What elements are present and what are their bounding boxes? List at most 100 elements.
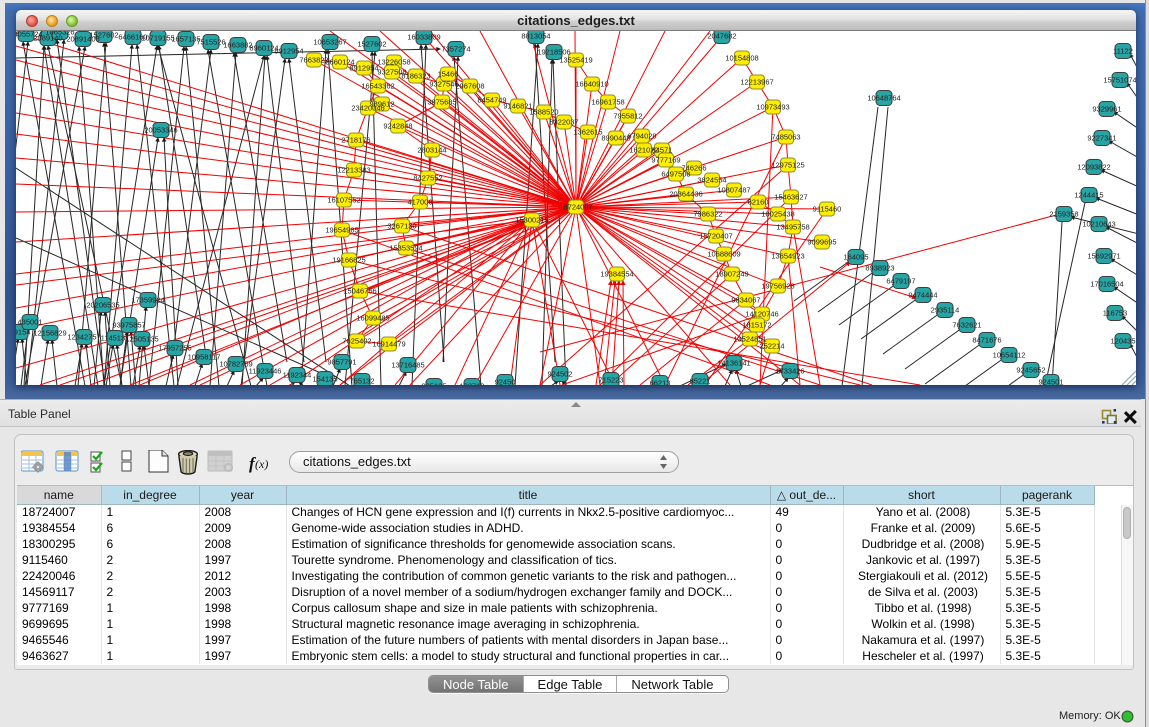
svg-text:14120746: 14120746 [745, 310, 778, 319]
svg-text:2159358: 2159358 [1049, 210, 1078, 219]
svg-text:989612: 989612 [369, 100, 394, 109]
svg-text:12342757: 12342757 [67, 333, 100, 342]
svg-text:9146821: 9146821 [503, 102, 532, 111]
svg-text:715223: 715223 [598, 376, 623, 385]
svg-text:1815172: 1815172 [742, 321, 771, 330]
svg-text:18724007: 18724007 [559, 203, 592, 212]
svg-text:9777169: 9777169 [651, 156, 680, 165]
svg-text:10654112: 10654112 [993, 351, 1026, 360]
svg-text:7955812: 7955812 [613, 112, 642, 121]
svg-text:8990448: 8990448 [601, 134, 630, 143]
svg-text:746266: 746266 [681, 164, 706, 173]
svg-text:8912954: 8912954 [349, 64, 378, 73]
svg-text:924502: 924502 [547, 370, 572, 379]
svg-text:417006: 417006 [407, 198, 432, 207]
svg-text:7632621: 7632621 [952, 321, 981, 330]
svg-text:2967608: 2967608 [455, 82, 484, 91]
svg-text:13495758: 13495758 [776, 223, 809, 232]
svg-text:20364436: 20364436 [669, 190, 702, 199]
svg-text:1192344: 1192344 [283, 371, 312, 380]
svg-text:17016504: 17016504 [1090, 280, 1123, 289]
svg-text:62160: 62160 [748, 198, 769, 207]
svg-text:12093822: 12093822 [1077, 163, 1110, 172]
svg-text:10154808: 10154808 [725, 54, 758, 63]
svg-text:8454749: 8454749 [477, 96, 506, 105]
svg-text:905135: 905135 [421, 382, 446, 386]
svg-text:133713: 133713 [459, 382, 484, 386]
svg-text:93975857: 93975857 [112, 321, 145, 330]
svg-text:3875685: 3875685 [427, 98, 456, 107]
svg-text:7625402: 7625402 [342, 337, 371, 346]
svg-text:13525419: 13525419 [559, 56, 592, 65]
svg-text:11122: 11122 [1113, 47, 1133, 56]
svg-text:12505135: 12505135 [125, 335, 158, 344]
svg-text:15353594: 15353594 [389, 244, 422, 253]
svg-text:16640910: 16640910 [575, 80, 608, 89]
svg-text:9245652: 9245652 [1016, 366, 1045, 375]
svg-text:12213967: 12213967 [740, 78, 773, 87]
svg-text:1663882: 1663882 [223, 41, 252, 50]
svg-text:19384554: 19384554 [600, 270, 633, 279]
svg-text:15466: 15466 [438, 70, 459, 79]
svg-text:7663822: 7663822 [299, 56, 328, 65]
svg-text:16543362: 16543362 [361, 82, 394, 91]
svg-text:8813054: 8813054 [521, 32, 550, 41]
svg-text:9329961: 9329961 [1092, 105, 1121, 114]
svg-text:1362615: 1362615 [573, 128, 602, 137]
svg-text:154135: 154135 [312, 375, 337, 384]
svg-text:16914479: 16914479 [372, 340, 405, 349]
svg-text:435001: 435001 [17, 318, 42, 327]
svg-text:9227341: 9227341 [1087, 134, 1116, 143]
svg-text:(x): (x) [255, 457, 268, 471]
svg-text:12213383: 12213383 [337, 166, 370, 175]
svg-text:92450: 92450 [495, 378, 516, 386]
svg-text:10973493: 10973493 [756, 103, 789, 112]
svg-text:924501: 924501 [1038, 378, 1063, 386]
svg-text:19166825: 19166825 [332, 256, 365, 265]
svg-text:2803144: 2803144 [417, 146, 446, 155]
svg-text:3267130: 3267130 [387, 222, 416, 231]
svg-text:9474444: 9474444 [908, 291, 937, 300]
svg-text:20053346: 20053346 [144, 126, 177, 135]
svg-text:120435: 120435 [1110, 337, 1135, 346]
svg-text:85221: 85221 [690, 377, 711, 386]
svg-text:7357274: 7357274 [441, 45, 470, 54]
svg-text:17957255: 17957255 [158, 344, 191, 353]
svg-text:13716485: 13716485 [391, 361, 424, 370]
svg-text:7515526: 7515526 [196, 38, 225, 47]
svg-text:64571: 64571 [652, 146, 673, 155]
svg-text:10210643: 10210643 [1082, 220, 1115, 229]
svg-text:252214: 252214 [759, 342, 784, 351]
svg-text:10025438: 10025438 [761, 210, 794, 219]
svg-text:19756928: 19756928 [761, 282, 794, 291]
svg-text:8427552: 8427552 [413, 174, 442, 183]
svg-text:11923446: 11923446 [249, 367, 282, 376]
svg-text:8471676: 8471676 [972, 336, 1001, 345]
svg-text:9327546: 9327546 [429, 80, 458, 89]
svg-text:14136141: 14136141 [717, 359, 750, 368]
svg-text:9857791: 9857791 [327, 358, 356, 367]
svg-text:9242848: 9242848 [383, 122, 412, 131]
svg-text:16033809: 16033809 [407, 33, 440, 42]
svg-text:8322037: 8322037 [549, 118, 578, 127]
svg-text:16961758: 16961758 [591, 98, 624, 107]
svg-text:6479197: 6479197 [886, 277, 915, 286]
svg-text:1588520: 1588520 [529, 108, 558, 117]
svg-text:13226058: 13226058 [377, 58, 410, 67]
svg-text:15300215: 15300215 [515, 216, 548, 225]
svg-text:9115460: 9115460 [813, 205, 842, 214]
svg-text:16107552: 16107552 [327, 196, 360, 205]
svg-text:17359924: 17359924 [131, 296, 164, 305]
svg-text:16099485: 16099485 [356, 314, 389, 323]
svg-text:7986322: 7986322 [693, 210, 722, 219]
svg-text:20206535: 20206535 [86, 301, 119, 310]
svg-text:15692971: 15692971 [1087, 252, 1120, 261]
svg-text:1527602: 1527602 [89, 31, 118, 40]
svg-text:9834067: 9834067 [731, 296, 760, 305]
svg-text:10648764: 10648764 [867, 94, 900, 103]
svg-text:9099695: 9099695 [807, 238, 836, 247]
svg-text:2047682: 2047682 [707, 32, 736, 41]
svg-text:10807487: 10807487 [717, 186, 750, 195]
svg-text:19654985: 19654985 [325, 226, 358, 235]
svg-text:765132: 765132 [349, 377, 374, 386]
